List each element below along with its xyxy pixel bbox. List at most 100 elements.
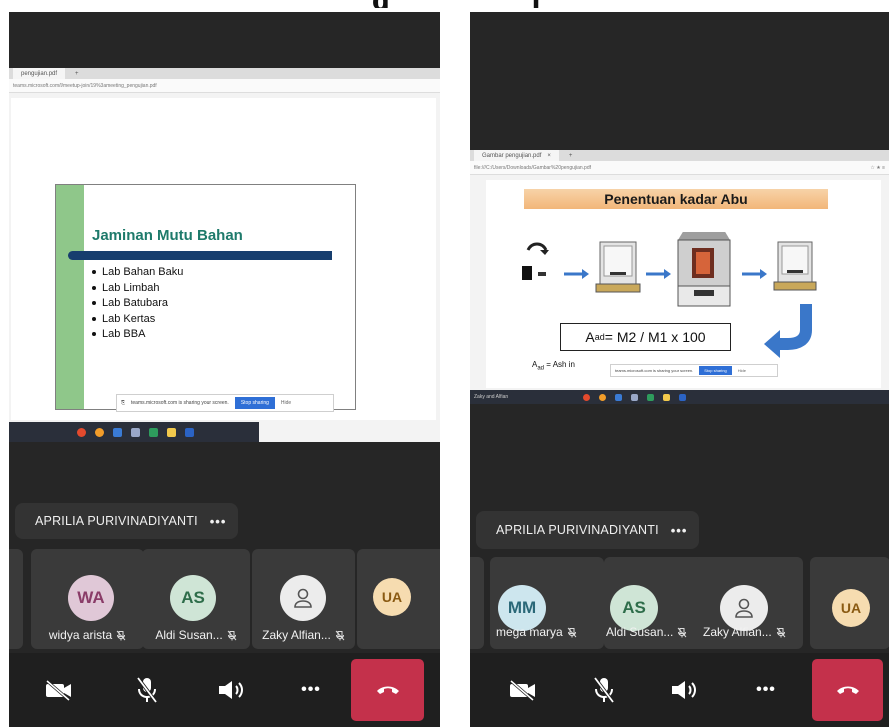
avatar: UA <box>832 589 870 627</box>
participant-tile[interactable]: MM mega marya <box>490 557 604 649</box>
slide-bullet: Lab Kertas <box>92 312 183 328</box>
participant-tile[interactable] <box>9 549 23 649</box>
windows-taskbar <box>9 422 259 442</box>
arrow-icon <box>564 269 589 279</box>
participant-name: mega marya <box>490 625 604 639</box>
crucible-icon <box>522 242 549 280</box>
ash-definition: Aad = Ash in <box>532 360 575 372</box>
bullet-icon <box>92 285 96 290</box>
participant-name: Zaky Alfian... <box>695 625 803 639</box>
balance-icon <box>595 241 641 293</box>
hide-sharing-button[interactable]: Hide <box>281 400 291 406</box>
participant-tile[interactable]: WA widya arista <box>31 549 144 649</box>
slide-bullet: Lab Limbah <box>92 281 183 297</box>
app-icon[interactable] <box>631 393 638 401</box>
mic-off-icon <box>227 630 237 641</box>
slide-bullet: Lab Bahan Baku <box>92 265 183 281</box>
excel-icon[interactable] <box>149 427 158 437</box>
slide-header-area <box>84 185 355 213</box>
call-control-bar: ••• <box>470 653 889 727</box>
camera-toggle-button[interactable] <box>9 653 109 727</box>
presenter-name-pill[interactable]: APRILIA PURIVINADIYANTI ••• <box>476 511 700 549</box>
chrome-icon[interactable] <box>77 427 86 437</box>
participant-tile[interactable] <box>470 557 484 649</box>
more-options-icon[interactable]: ••• <box>210 514 227 529</box>
slide-bullet-list: Lab Bahan Baku Lab Limbah Lab Batubara L… <box>92 265 183 343</box>
browser-tab[interactable]: Gambar pengujian.pdf × <box>474 150 559 161</box>
pdf-page: Penentuan kadar Abu Aad = M2 / M1 x 100 … <box>486 180 881 388</box>
stop-sharing-button[interactable]: Stop sharing <box>234 397 275 409</box>
file-explorer-icon[interactable] <box>615 393 622 401</box>
address-text: file:///C:/Users/Downloads/Gambar%20peng… <box>474 164 592 171</box>
chrome-icon[interactable] <box>583 393 590 401</box>
sharing-notification: ⎘ teams.microsoft.com is sharing your sc… <box>116 394 334 412</box>
presenter-name: APRILIA PURIVINADIYANTI <box>496 523 659 537</box>
person-icon <box>294 588 312 608</box>
speaker-icon <box>219 681 243 699</box>
balance-icon <box>773 241 817 291</box>
app-icon[interactable] <box>131 427 140 437</box>
participant-tile[interactable]: UA <box>357 549 440 649</box>
teams-icon[interactable] <box>679 393 686 401</box>
bullet-icon <box>92 332 96 337</box>
teams-icon[interactable] <box>185 427 194 437</box>
teams-call-screen-left: pengujian.pdf + teams.microsoft.com/l/me… <box>9 12 440 727</box>
taskbar-label: Zaky and Alfian <box>474 394 509 400</box>
more-options-icon[interactable]: ••• <box>671 523 688 538</box>
star-icon[interactable]: ☆ ★ ≡ <box>870 165 885 171</box>
mic-off-icon <box>593 676 615 704</box>
shared-screen: Gambar pengujian.pdf × + file:///C:/User… <box>470 150 889 404</box>
phone-hangup-icon <box>376 686 399 694</box>
presenter-name: APRILIA PURIVINADIYANTI <box>35 514 198 528</box>
camera-off-icon <box>510 679 535 701</box>
formula-box: Aad = M2 / M1 x 100 <box>560 323 731 351</box>
firefox-icon[interactable] <box>95 427 104 437</box>
new-tab-icon[interactable]: + <box>75 71 79 77</box>
participant-tile[interactable]: UA <box>810 557 889 649</box>
browser-tab[interactable]: pengujian.pdf <box>13 68 66 79</box>
mic-off-icon <box>335 630 345 641</box>
avatar <box>280 575 326 621</box>
bullet-icon <box>92 316 96 321</box>
browser-tab-title: pengujian.pdf <box>21 70 58 77</box>
stop-sharing-button[interactable]: Stop sharing <box>699 366 732 375</box>
camera-off-icon <box>46 679 71 701</box>
slide-bullet: Lab BBA <box>92 327 183 343</box>
slide: Jaminan Mutu Bahan Lab Bahan Baku Lab Li… <box>55 184 356 410</box>
slide-title: Penentuan kadar Abu <box>524 189 828 209</box>
browser-tab-bar: Gambar pengujian.pdf × + <box>470 150 889 161</box>
pdf-page: Jaminan Mutu Bahan Lab Bahan Baku Lab Li… <box>11 98 436 420</box>
address-bar[interactable]: file:///C:/Users/Downloads/Gambar%20peng… <box>470 161 889 175</box>
browser-tab-bar: pengujian.pdf + <box>9 68 440 79</box>
hang-up-button[interactable] <box>812 659 883 721</box>
participant-tile[interactable]: Zaky Alfian... <box>252 549 355 649</box>
presenter-name-pill[interactable]: APRILIA PURIVINADIYANTI ••• <box>15 503 239 539</box>
address-bar[interactable]: teams.microsoft.com/l/meetup-join/19%3am… <box>9 79 440 93</box>
sharing-message: teams.microsoft.com is sharing your scre… <box>131 400 229 406</box>
avatar: UA <box>373 578 411 616</box>
mic-off-icon <box>136 676 158 704</box>
slide-title: Jaminan Mutu Bahan <box>92 227 243 244</box>
speaker-icon <box>672 681 696 699</box>
file-explorer-icon[interactable] <box>113 427 122 437</box>
page-heading: g j <box>0 0 890 8</box>
folder-icon[interactable] <box>167 427 176 437</box>
participant-name: widya arista <box>31 628 144 642</box>
new-tab-icon[interactable]: + <box>569 153 573 159</box>
browser-tab-title: Gambar pengujian.pdf <box>482 152 542 159</box>
more-actions-button[interactable]: ••• <box>716 653 816 727</box>
hang-up-button[interactable] <box>351 659 424 721</box>
firefox-icon[interactable] <box>599 393 606 401</box>
folder-icon[interactable] <box>663 393 670 401</box>
slide-bullet: Lab Batubara <box>92 296 183 312</box>
heading-right-fragment: j <box>531 0 540 8</box>
participant-tile[interactable]: AS Aldi Susan... <box>142 549 250 649</box>
hide-sharing-button[interactable]: Hide <box>738 368 746 373</box>
bullet-icon <box>92 301 96 306</box>
furnace-icon <box>677 232 731 307</box>
curved-arrow-icon <box>764 304 812 358</box>
participant-tile[interactable]: Zaky Alfian... <box>695 557 803 649</box>
more-actions-button[interactable]: ••• <box>261 653 361 727</box>
excel-icon[interactable] <box>647 393 654 401</box>
avatar: WA <box>68 575 114 621</box>
